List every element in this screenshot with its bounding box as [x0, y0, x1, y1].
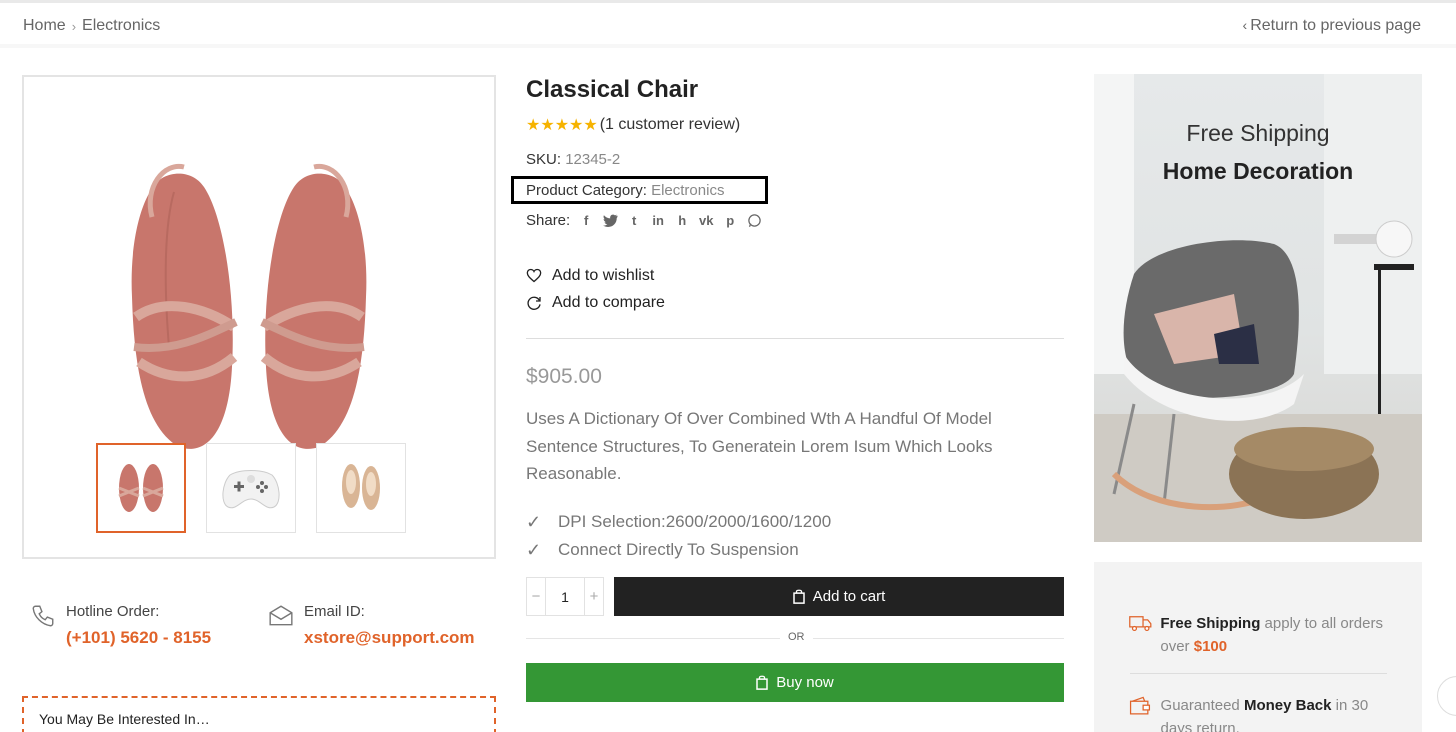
product-title: Classical Chair	[526, 76, 699, 103]
hotline-number[interactable]: (+101) 5620 - 8155	[66, 628, 211, 648]
shopping-bag-icon	[756, 675, 768, 690]
banner-title: Home Decoration	[1162, 158, 1354, 184]
share-label: Share:	[526, 212, 571, 229]
share-row: Share: f t in h vk p	[526, 212, 762, 229]
money-back-text: Guaranteed Money Back in 30 days return.	[1160, 697, 1369, 732]
flats-thumbnail-image	[342, 464, 380, 510]
email-block: Email ID: xstore@support.com	[268, 603, 475, 648]
facebook-icon[interactable]: f	[578, 213, 594, 229]
heart-icon	[526, 268, 542, 283]
product-rating: ★★★★★ (1 customer review)	[526, 115, 1064, 135]
feature-text: DPI Selection:2600/2000/1600/1200	[558, 512, 832, 531]
sku-label: SKU:	[526, 151, 562, 168]
perks-divider	[1130, 673, 1387, 674]
email-label: Email ID:	[304, 603, 365, 620]
perks-panel: Free Shipping apply to all orders over $…	[1094, 562, 1422, 732]
main-product-image[interactable]	[124, 147, 394, 467]
breadcrumb-current[interactable]: Electronics	[82, 17, 160, 35]
feature-item: ✓ DPI Selection:2600/2000/1600/1200	[526, 508, 831, 536]
compare-refresh-icon	[527, 296, 541, 310]
product-actions: Add to wishlist Add to compare	[526, 262, 665, 316]
scroll-to-top-button[interactable]	[1437, 676, 1456, 716]
top-bar: Home › Electronics ‹ Return to previous p…	[0, 0, 1456, 48]
breadcrumb-home[interactable]: Home	[23, 17, 66, 35]
envelope-icon	[269, 605, 293, 626]
sku-value: 12345-2	[565, 151, 621, 168]
wishlist-label: Add to wishlist	[552, 266, 655, 284]
category-label: Product Category:	[526, 182, 647, 199]
sandals-thumbnail-image	[118, 464, 164, 512]
product-price: $905.00	[526, 365, 602, 388]
chevron-left-icon: ‹	[1242, 17, 1248, 33]
buy-now-label: Buy now	[776, 674, 834, 691]
free-shipping-text: Free Shipping apply to all orders over $…	[1160, 615, 1383, 655]
tumblr-icon[interactable]: t	[626, 213, 642, 229]
divider	[526, 338, 1064, 339]
add-to-cart-button[interactable]: Add to cart	[614, 577, 1064, 616]
right-sandal	[260, 163, 367, 449]
add-to-compare-button[interactable]: Add to compare	[526, 289, 665, 316]
feature-item: ✓ Connect Directly To Suspension	[526, 536, 831, 564]
buy-now-button[interactable]: Buy now	[526, 663, 1064, 702]
or-separator: OR	[526, 631, 1064, 645]
return-link-label: Return to previous page	[1250, 17, 1421, 34]
linkedin-icon[interactable]: in	[650, 213, 666, 229]
interested-section: You May Be Interested In…	[22, 696, 496, 732]
breadcrumb: Home › Electronics	[23, 17, 160, 35]
sku-row: SKU: 12345-2	[526, 151, 1064, 168]
wallet-icon	[1129, 696, 1151, 715]
review-count-link[interactable]: (1 customer review)	[600, 116, 740, 134]
category-link[interactable]: Electronics	[651, 182, 724, 199]
feature-text: Connect Directly To Suspension	[558, 540, 799, 559]
quantity-stepper: − 1 +	[526, 577, 604, 616]
add-to-wishlist-button[interactable]: Add to wishlist	[526, 262, 665, 289]
or-label: OR	[780, 631, 813, 643]
thumbnail-flats[interactable]	[316, 443, 406, 533]
check-icon: ✓	[526, 539, 542, 560]
add-to-cart-label: Add to cart	[812, 588, 886, 605]
delivery-truck-icon	[1129, 616, 1152, 632]
product-info: Classical Chair ★★★★★ (1 customer review…	[511, 75, 1064, 702]
left-sandal	[131, 163, 238, 449]
breadcrumb-separator: ›	[71, 18, 77, 34]
category-highlight-box: Product Category: Electronics	[511, 176, 768, 204]
interested-heading: You May Be Interested In…	[39, 711, 210, 727]
controller-thumbnail-image	[222, 470, 280, 509]
product-gallery	[22, 75, 496, 559]
shopping-bag-icon	[792, 589, 805, 604]
twitter-icon[interactable]	[602, 213, 618, 229]
product-description: Uses A Dictionary Of Over Combined Wth A…	[526, 409, 993, 483]
hotline-label: Hotline Order:	[66, 603, 160, 620]
compare-label: Add to compare	[552, 293, 665, 311]
star-rating-icons: ★★★★★	[526, 117, 598, 134]
thumbnail-sandals[interactable]	[96, 443, 186, 533]
hotline-block: Hotline Order: (+101) 5620 - 8155	[30, 603, 211, 648]
banner-subtitle: Free Shipping	[1186, 120, 1330, 146]
houzz-icon[interactable]: h	[674, 213, 690, 229]
category-row: Product Category: Electronics	[526, 182, 724, 199]
check-icon: ✓	[526, 511, 542, 532]
quantity-decrease-button[interactable]: −	[527, 578, 546, 615]
phone-icon	[32, 605, 54, 627]
thumbnail-controller[interactable]	[206, 443, 296, 533]
pinterest-icon[interactable]: p	[722, 213, 738, 229]
promo-banner[interactable]: Free Shipping Home Decoration	[1094, 74, 1422, 542]
email-address[interactable]: xstore@support.com	[304, 628, 475, 648]
quantity-input[interactable]: 1	[546, 589, 584, 605]
vk-icon[interactable]: vk	[698, 213, 714, 229]
return-link[interactable]: ‹ Return to previous page	[1243, 17, 1421, 35]
free-shipping-perk: Free Shipping apply to all orders over $…	[1129, 612, 1389, 658]
whatsapp-icon[interactable]	[746, 213, 762, 229]
money-back-perk: Guaranteed Money Back in 30 days return.	[1129, 694, 1389, 732]
quantity-increase-button[interactable]: +	[584, 578, 603, 615]
feature-list: ✓ DPI Selection:2600/2000/1600/1200 ✓ Co…	[526, 508, 831, 564]
